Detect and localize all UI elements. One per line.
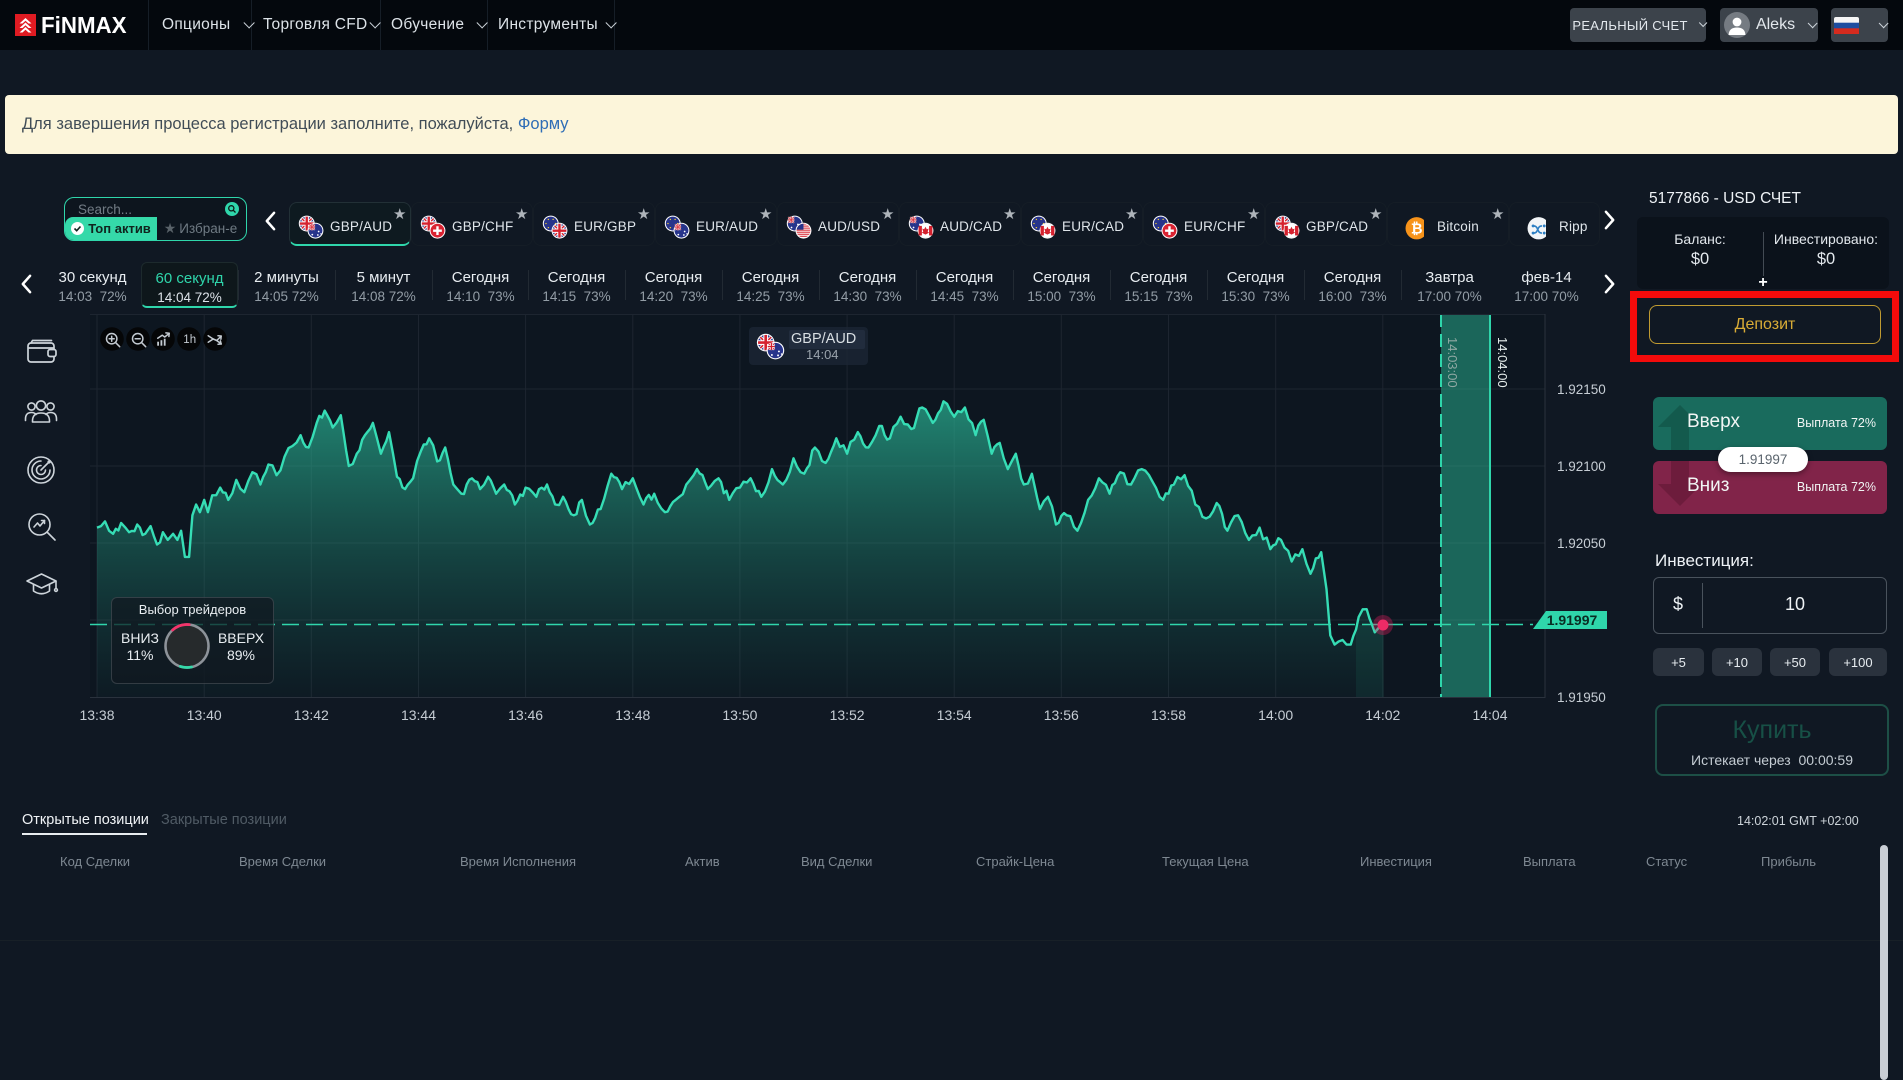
svg-text:13:40: 13:40 [187, 707, 222, 723]
svg-text:13:56: 13:56 [1044, 707, 1079, 723]
svg-text:13:48: 13:48 [615, 707, 650, 723]
svg-text:13:58: 13:58 [1151, 707, 1186, 723]
svg-text:1.92150: 1.92150 [1557, 382, 1606, 397]
svg-text:14:03:00: 14:03:00 [1445, 337, 1460, 388]
svg-text:14:04: 14:04 [1472, 707, 1507, 723]
svg-text:₿: ₿ [1411, 221, 1423, 237]
svg-text:1.92050: 1.92050 [1557, 536, 1606, 551]
svg-text:13:44: 13:44 [401, 707, 436, 723]
svg-text:14:02: 14:02 [1365, 707, 1400, 723]
svg-text:1.92100: 1.92100 [1557, 459, 1606, 474]
svg-text:13:42: 13:42 [294, 707, 329, 723]
svg-text:13:54: 13:54 [937, 707, 972, 723]
svg-text:1.91997: 1.91997 [1547, 612, 1598, 628]
svg-text:13:38: 13:38 [79, 707, 114, 723]
svg-text:14:04:00: 14:04:00 [1495, 337, 1510, 388]
svg-text:14:00: 14:00 [1258, 707, 1293, 723]
svg-text:1.91950: 1.91950 [1557, 690, 1606, 705]
svg-text:13:46: 13:46 [508, 707, 543, 723]
svg-text:1h: 1h [183, 334, 196, 346]
svg-text:13:52: 13:52 [830, 707, 865, 723]
svg-text:13:50: 13:50 [722, 707, 757, 723]
